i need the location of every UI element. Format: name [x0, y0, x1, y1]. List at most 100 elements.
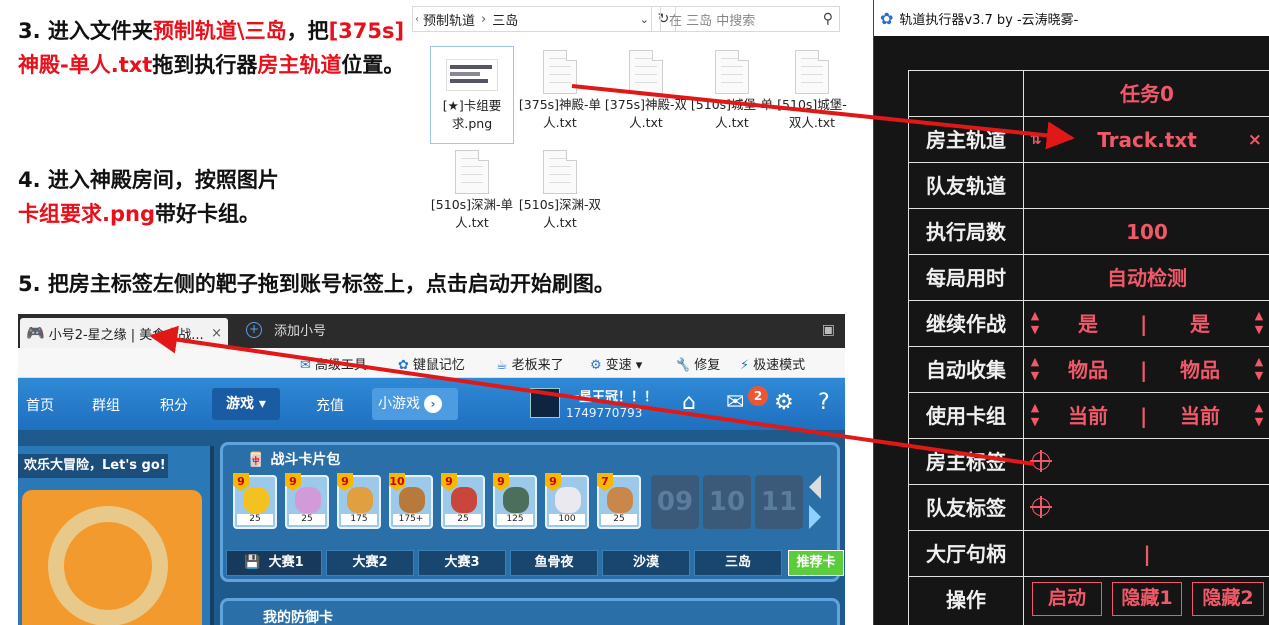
empty-card-slot[interactable]: 11 — [755, 475, 803, 529]
boss-key-button[interactable]: ☕ 老板来了 — [496, 354, 564, 373]
hide1-button[interactable]: 隐藏1 — [1112, 582, 1182, 616]
file-item[interactable]: [510s]城堡-双人.txt — [776, 46, 848, 132]
nav-minigames[interactable]: 小游戏 › — [372, 388, 458, 420]
nav-groups[interactable]: 群组 — [92, 395, 120, 415]
nav-points[interactable]: 积分 — [160, 395, 188, 415]
spinner-up-down-icon[interactable]: ▲ ▼ — [1028, 309, 1042, 337]
text-file-icon — [629, 50, 663, 94]
game-area: 欢乐大冒险，Let's go! 战斗卡片包 925925917510175+92… — [18, 430, 845, 625]
card-art-icon — [243, 487, 269, 513]
speed-change-button[interactable]: ⚙ 变速 ▾ — [590, 354, 642, 373]
continue-left[interactable]: 是 — [1078, 301, 1098, 347]
scroll-left-icon[interactable] — [809, 475, 821, 499]
home-icon[interactable]: ⌂ — [682, 390, 696, 415]
tab-map[interactable]: 鱼骨夜 — [510, 550, 598, 576]
search-icon: ⚲ — [822, 11, 833, 27]
host-track-file: Track.txt — [1097, 128, 1197, 152]
file-name: [510s]深渊-双人.txt — [518, 197, 602, 230]
battle-card[interactable]: 9 25 — [441, 473, 485, 529]
search-input[interactable]: 在 三岛 中搜索 ⚲ — [660, 6, 840, 32]
image-file-icon — [446, 59, 498, 91]
tab-map[interactable]: 三岛 — [694, 550, 782, 576]
file-name: [510s]城堡-单人.txt — [690, 97, 774, 130]
file-item[interactable]: [★]卡组要求.png — [430, 46, 514, 144]
advanced-tools-button[interactable]: ✉ 高级工具 — [300, 354, 367, 373]
spinner-up-down-icon[interactable]: ▲ ▼ — [1028, 401, 1042, 429]
game-browser-window: 🎮 小号2-星之缘 | 美食大战... × + 添加小号 ▣ ✉ 高级工具 ✿ 键鼠… — [18, 314, 845, 625]
settings-icon[interactable]: ⚙ — [774, 390, 794, 415]
battle-card[interactable]: 10 175+ — [389, 473, 433, 529]
tab-active[interactable]: 🎮 小号2-星之缘 | 美食大战... × — [20, 318, 228, 348]
host-track-field[interactable]: ⇅ Track.txt × — [1024, 117, 1269, 163]
scroll-right-icon[interactable] — [809, 505, 821, 529]
crosshair-icon[interactable] — [1030, 496, 1052, 518]
breadcrumb-folder[interactable]: 预制轨道 — [423, 10, 475, 29]
deck-left[interactable]: 当前 — [1068, 393, 1108, 439]
deck-right[interactable]: 当前 — [1180, 393, 1220, 439]
window-menu-icon[interactable]: ▣ — [822, 322, 835, 338]
file-item[interactable]: [510s]深渊-双人.txt — [518, 146, 602, 232]
mate-track-field[interactable] — [1024, 163, 1269, 209]
left-panel: 欢乐大冒险，Let's go! — [18, 446, 214, 625]
tab-map[interactable]: 大赛3 — [418, 550, 506, 576]
card-cost: 25 — [289, 514, 325, 525]
divider: | — [1140, 404, 1148, 428]
keymouse-memory-button[interactable]: ✿ 键鼠记忆 — [398, 354, 465, 373]
battle-card[interactable]: 9 100 — [545, 473, 589, 529]
remove-icon[interactable]: × — [1248, 117, 1262, 163]
spinner-up-down-icon[interactable]: ▲ ▼ — [1252, 401, 1266, 429]
continue-right[interactable]: 是 — [1190, 301, 1210, 347]
start-button[interactable]: 启动 — [1032, 582, 1102, 616]
row-label: 继续作战 — [908, 301, 1024, 347]
battle-card[interactable]: 7 25 — [597, 473, 641, 529]
close-icon[interactable]: × — [211, 326, 222, 341]
battle-card[interactable]: 9 25 — [285, 473, 329, 529]
recommend-cards-button[interactable]: 推荐卡 — [788, 550, 844, 576]
row-label: 使用卡组 — [908, 393, 1024, 439]
time-value[interactable]: 自动检测 — [1024, 255, 1269, 301]
battle-card[interactable]: 9 125 — [493, 473, 537, 529]
tab-map[interactable]: 大赛2 — [326, 550, 414, 576]
hide2-button[interactable]: 隐藏2 — [1192, 582, 1264, 616]
empty-card-slot[interactable]: 09 — [651, 475, 699, 529]
rounds-value[interactable]: 100 — [1024, 209, 1269, 255]
address-bar[interactable]: ‹ 预制轨道 › 三岛 ⌄ — [412, 6, 652, 32]
tab-map[interactable]: 沙漠 — [602, 550, 690, 576]
mail-badge: 2 — [748, 386, 768, 406]
spinner-up-down-icon[interactable]: ▲ ▼ — [1252, 355, 1266, 383]
breadcrumb-current[interactable]: 三岛 — [492, 10, 518, 29]
chevron-down-icon[interactable]: ⌄ — [640, 13, 649, 26]
collect-right[interactable]: 物品 — [1180, 347, 1220, 393]
collect-left[interactable]: 物品 — [1068, 347, 1108, 393]
spinner-up-down-icon[interactable]: ▲ ▼ — [1252, 309, 1266, 337]
track-executor-window: ✿ 轨道执行器v3.7 by -云涛晓雾- 任务0 房主轨道 ⇅ Track.t… — [873, 0, 1269, 625]
battle-card[interactable]: 9 175 — [337, 473, 381, 529]
cards-title: 战斗卡片包 — [247, 449, 340, 469]
repair-button[interactable]: 🔧 修复 — [674, 354, 720, 373]
nav-recharge[interactable]: 充值 — [316, 395, 344, 415]
save-icon: 💾 — [244, 555, 261, 570]
file-item[interactable]: [510s]深渊-单人.txt — [430, 146, 514, 232]
file-item[interactable]: [375s]神殿-单人.txt — [518, 46, 602, 132]
nav-home[interactable]: 首页 — [26, 395, 54, 415]
ops-field: 启动 隐藏1 隐藏2 — [1024, 577, 1269, 623]
help-icon[interactable]: ? — [818, 390, 830, 415]
row-label: 操作 — [908, 577, 1024, 625]
task-row: 任务0 — [908, 70, 1269, 117]
empty-card-slot[interactable]: 10 — [703, 475, 751, 529]
battle-card[interactable]: 9 25 — [233, 473, 277, 529]
card-cost: 100 — [549, 514, 585, 525]
spinner-up-down-icon[interactable]: ▲ ▼ — [1028, 355, 1042, 383]
tab-map[interactable]: 💾 大赛1 — [226, 550, 322, 576]
fast-mode-button[interactable]: ⚡ 极速模式 — [740, 354, 805, 373]
file-item[interactable]: [510s]城堡-单人.txt — [690, 46, 774, 132]
task-name[interactable]: 任务0 — [1024, 71, 1269, 117]
add-account-tab[interactable]: + 添加小号 — [246, 320, 326, 339]
step4-text: 4. 进入神殿房间，按照图片 卡组要求.png带好卡组。 — [18, 168, 279, 226]
defense-title: 我的防御卡 — [263, 610, 333, 625]
nav-games[interactable]: 游戏 ▾ — [212, 388, 280, 420]
mail-icon[interactable]: ✉ — [726, 390, 744, 415]
file-item[interactable]: [375s]神殿-双人.txt — [604, 46, 688, 132]
crosshair-icon[interactable] — [1030, 450, 1052, 472]
avatar[interactable] — [530, 388, 560, 418]
